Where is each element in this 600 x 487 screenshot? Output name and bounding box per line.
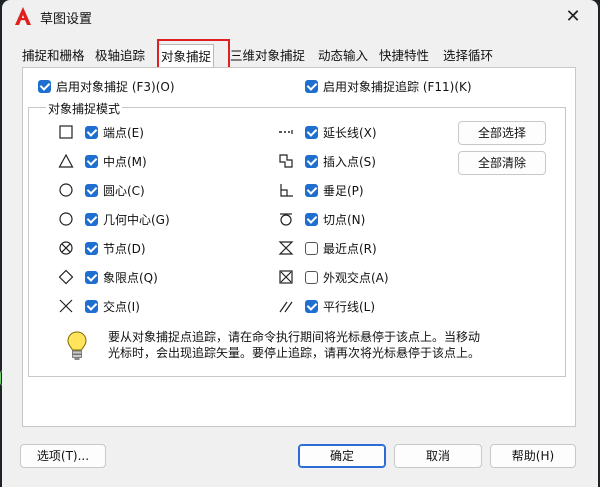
snap-nearest-label: 最近点(R) [323, 242, 377, 256]
snap-geometric-center[interactable]: 几何中心(G) [85, 212, 170, 228]
checkbox-checked[interactable] [305, 184, 318, 197]
enable-osnap-checkbox[interactable]: 启用对象捕捉 (F3)(O) [38, 79, 175, 95]
snap-tangent[interactable]: 切点(N) [305, 212, 365, 228]
autocad-logo-icon [15, 7, 31, 25]
square-icon [59, 125, 73, 139]
snap-nearest[interactable]: 最近点(R) [305, 241, 377, 257]
snap-apparent-intersection-label: 外观交点(A) [323, 271, 389, 285]
tab-dynamic-input[interactable]: 动态输入 [318, 46, 368, 66]
tracking-tip-text: 要从对象捕捉点追踪，请在命令执行期间将光标悬停于该点上。当移动 光标时，会出现追… [108, 330, 481, 360]
enable-tracking-checkbox[interactable]: 启用对象捕捉追踪 (F11)(K) [305, 79, 472, 95]
checkbox-checked[interactable] [85, 184, 98, 197]
snap-intersection-label: 交点(I) [103, 300, 140, 314]
checkbox-checked[interactable] [85, 271, 98, 284]
checkbox-unchecked[interactable] [305, 271, 318, 284]
node-icon [59, 241, 73, 255]
select-all-button[interactable]: 全部选择 [458, 121, 546, 145]
options-button[interactable]: 选项(T)... [20, 444, 106, 468]
title-bar[interactable]: 草图设置 ✕ [2, 0, 598, 34]
snap-midpoint-label: 中点(M) [103, 155, 147, 169]
checkbox-checked[interactable] [38, 80, 51, 93]
diamond-icon [58, 269, 74, 285]
snap-extension-label: 延长线(X) [323, 126, 377, 140]
snap-apparent-intersection[interactable]: 外观交点(A) [305, 270, 389, 286]
snap-perpendicular-label: 垂足(P) [323, 184, 364, 198]
snap-modes-group-label: 对象捕捉模式 [46, 100, 123, 117]
snap-endpoint[interactable]: 端点(E) [85, 125, 144, 141]
snap-endpoint-label: 端点(E) [103, 126, 144, 140]
checkbox-checked[interactable] [85, 300, 98, 313]
snap-center-label: 圆心(C) [103, 184, 145, 198]
checkbox-unchecked[interactable] [305, 242, 318, 255]
apparent-intersection-icon [279, 270, 293, 284]
insertion-icon [279, 154, 293, 168]
snap-quadrant-label: 象限点(Q) [103, 271, 158, 285]
tab-quick-properties[interactable]: 快捷特性 [379, 46, 429, 66]
snap-intersection[interactable]: 交点(I) [85, 299, 140, 315]
tab-3d-object-snap[interactable]: 三维对象捕捉 [230, 46, 305, 66]
circle-icon [59, 183, 73, 197]
close-icon[interactable]: ✕ [562, 6, 584, 28]
checkbox-checked[interactable] [85, 126, 98, 139]
checkbox-checked[interactable] [85, 155, 98, 168]
tangent-icon [280, 213, 292, 226]
parallel-icon [279, 301, 293, 313]
snap-node[interactable]: 节点(D) [85, 241, 146, 257]
checkbox-checked[interactable] [305, 80, 318, 93]
tab-snap-grid[interactable]: 捕捉和栅格 [22, 46, 85, 66]
drafting-settings-dialog: 草图设置 ✕ 捕捉和栅格 极轴追踪 对象捕捉 三维对象捕捉 动态输入 快捷特性 … [2, 0, 598, 487]
enable-osnap-label: 启用对象捕捉 (F3)(O) [56, 80, 175, 94]
dialog-title: 草图设置 [40, 12, 93, 27]
help-button[interactable]: 帮助(H) [490, 444, 576, 468]
snap-parallel-label: 平行线(L) [323, 300, 376, 314]
snap-quadrant[interactable]: 象限点(Q) [85, 270, 158, 286]
triangle-icon [58, 153, 74, 168]
lightbulb-icon [67, 331, 87, 360]
checkbox-checked[interactable] [305, 300, 318, 313]
snap-extension[interactable]: 延长线(X) [305, 125, 377, 141]
snap-perpendicular[interactable]: 垂足(P) [305, 183, 364, 199]
circle-icon [59, 212, 73, 226]
nearest-icon [278, 241, 294, 255]
snap-center[interactable]: 圆心(C) [85, 183, 145, 199]
snap-insertion[interactable]: 插入点(S) [305, 154, 376, 170]
extension-icon [279, 130, 293, 134]
cancel-button[interactable]: 取消 [394, 444, 482, 468]
clear-all-button[interactable]: 全部清除 [458, 151, 546, 175]
snap-node-label: 节点(D) [103, 242, 146, 256]
perpendicular-icon [280, 184, 293, 197]
snap-insertion-label: 插入点(S) [323, 155, 376, 169]
checkbox-checked[interactable] [85, 242, 98, 255]
snap-midpoint[interactable]: 中点(M) [85, 154, 147, 170]
ok-button[interactable]: 确定 [298, 444, 386, 468]
checkbox-checked[interactable] [85, 213, 98, 226]
tab-polar-tracking[interactable]: 极轴追踪 [95, 46, 145, 66]
snap-tangent-label: 切点(N) [323, 213, 366, 227]
checkbox-checked[interactable] [305, 155, 318, 168]
x-icon [59, 299, 73, 313]
snap-geometric-center-label: 几何中心(G) [103, 213, 170, 227]
enable-tracking-label: 启用对象捕捉追踪 (F11)(K) [323, 80, 472, 94]
snap-parallel[interactable]: 平行线(L) [305, 299, 375, 315]
checkbox-checked[interactable] [305, 213, 318, 226]
checkbox-checked[interactable] [305, 126, 318, 139]
tab-selection-cycling[interactable]: 选择循环 [443, 46, 493, 66]
